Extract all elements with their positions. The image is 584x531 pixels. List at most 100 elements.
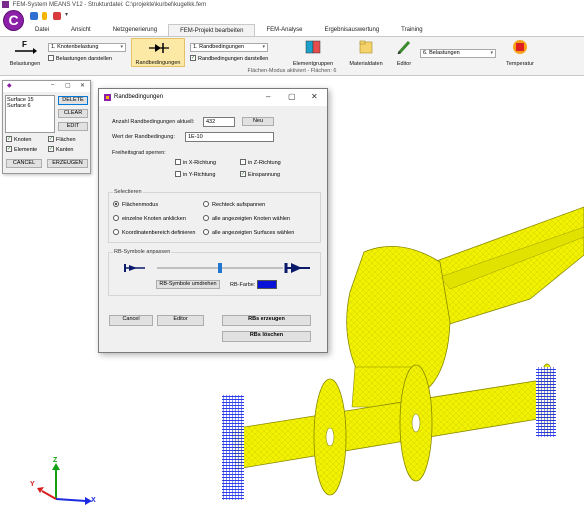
kanten-checkbox[interactable]: ✓ Kanten: [48, 145, 73, 154]
minimize-icon[interactable]: –: [51, 82, 54, 88]
surface-list[interactable]: Surface 15 Surface 6: [5, 95, 55, 133]
erzeugen-button[interactable]: ERZEUGEN: [47, 159, 88, 168]
radio-selected-icon: [113, 200, 119, 207]
elementgruppen-button[interactable]: Elementgruppen: [288, 39, 338, 67]
belastungen-select-value: 6. Belastungen: [423, 50, 460, 56]
edit-button[interactable]: EDIT: [58, 122, 88, 131]
belastungen-select[interactable]: 6. Belastungen ▾: [420, 49, 496, 58]
dialog-app-icon: [104, 94, 111, 101]
ribbon-panel: F Belastungen 1. Knotenbelastung ▾ Belas…: [0, 36, 584, 76]
close-icon[interactable]: ✕: [80, 82, 85, 89]
anzahl-field[interactable]: 432: [203, 117, 235, 127]
checkbox-unchecked-icon: [48, 54, 54, 61]
rechteck-label: Rechteck aufspannen: [212, 202, 266, 208]
close-icon[interactable]: ✕: [311, 92, 318, 101]
in-y-checkbox[interactable]: in Y-Richtung: [175, 170, 216, 179]
alle-surfaces-radio[interactable]: alle angezeigten Surfaces wählen: [203, 228, 295, 237]
axis-y-label: Y: [30, 481, 35, 488]
einzelne-knoten-radio[interactable]: einzelne Knoten anklicken: [113, 214, 186, 223]
chevron-down-icon: ▾: [120, 44, 123, 50]
qat-dropdown-icon[interactable]: ▾: [65, 11, 73, 19]
in-y-label: in Y-Richtung: [183, 172, 216, 178]
delete-button[interactable]: DELETE: [58, 96, 88, 105]
radio-unselected-icon: [113, 228, 119, 235]
rb-symbole-umdrehen-button[interactable]: RB-Symbole umdrehen: [156, 280, 220, 289]
flaechenmodus-radio[interactable]: Flächenmodus: [113, 200, 158, 209]
belastungen-darstellen-checkbox[interactable]: Belastungen darstellen: [48, 54, 112, 63]
selectieren-group: Selectieren Flächenmodus Rechteck aufspa…: [108, 189, 321, 243]
dialog-cancel-button[interactable]: Cancel: [109, 315, 153, 326]
chevron-down-icon: ▾: [262, 44, 265, 50]
wert-field[interactable]: 1E-10: [185, 132, 274, 142]
randbedingungen-select[interactable]: 1. Randbedingungen ▾: [190, 43, 268, 52]
in-z-label: in Z-Richtung: [248, 160, 281, 166]
editor-label: Editor: [396, 61, 412, 67]
info-icon[interactable]: [42, 12, 47, 20]
rbs-loeschen-button[interactable]: RBs löschen: [222, 331, 311, 342]
help-icon[interactable]: [30, 12, 38, 20]
randbedingungen-button[interactable]: Randbedingungen: [131, 38, 185, 67]
close-file-icon[interactable]: [53, 12, 61, 20]
flaechen-checkbox[interactable]: ✓ Flächen: [48, 135, 76, 144]
tab-fem-projekt-bearbeiten[interactable]: FEM-Projekt bearbeiten: [168, 24, 256, 36]
materialdaten-button[interactable]: Materialdaten: [344, 39, 388, 67]
tab-ergebnisauswertung[interactable]: Ergebnisauswertung: [313, 24, 390, 36]
selection-window: ◆ – ▢ ✕ Surface 15 Surface 6 DELETE CLEA…: [2, 80, 91, 174]
alle-surfaces-label: alle angezeigten Surfaces wählen: [212, 230, 295, 236]
minimize-icon[interactable]: –: [266, 92, 270, 101]
tab-training[interactable]: Training: [390, 24, 433, 36]
rechteck-radio[interactable]: Rechteck aufspannen: [203, 200, 266, 209]
clear-button[interactable]: CLEAR: [58, 109, 88, 118]
tab-fem-analyse[interactable]: FEM-Analyse: [255, 24, 313, 36]
randbedingungen-darstellen-checkbox[interactable]: ✓ Randbedingungen darstellen: [190, 54, 268, 63]
force-arrow-icon: F: [15, 40, 37, 54]
wert-label: Wert der Randbedingung:: [112, 134, 175, 140]
belastungen-button[interactable]: F Belastungen: [6, 39, 44, 67]
in-z-checkbox[interactable]: in Z-Richtung: [240, 158, 281, 167]
knoten-checkbox[interactable]: ✓ Knoten: [6, 135, 31, 144]
koordinatenbereich-radio[interactable]: Koordinatenbereich definieren: [113, 228, 195, 237]
list-item[interactable]: Surface 6: [7, 103, 53, 109]
dialog-title: Randbedingungen: [114, 94, 164, 100]
elemente-checkbox[interactable]: ✓ Elemente: [6, 145, 37, 154]
constraint-symbols-right: [536, 367, 556, 437]
checkbox-checked-icon: ✓: [240, 170, 246, 177]
rb-symbole-group: RB-Symbole anpassen RB-Symbole umdrehen …: [108, 249, 321, 296]
editor-button[interactable]: Editor: [392, 39, 416, 67]
size-slider-track[interactable]: [157, 263, 283, 273]
constraint-icon: [149, 43, 169, 53]
maximize-icon[interactable]: ▢: [288, 92, 296, 101]
maximize-icon[interactable]: ▢: [65, 82, 71, 89]
quick-access-toolbar: [0, 10, 584, 23]
tab-ansicht[interactable]: Ansicht: [60, 24, 102, 36]
temperatur-button[interactable]: Temperatur: [500, 39, 540, 67]
axis-z-label: Z: [53, 457, 58, 464]
rb-symbole-label: RB-Symbole anpassen: [113, 249, 172, 255]
einspannung-checkbox[interactable]: ✓ Einspannung: [240, 170, 280, 179]
freiheitsgrad-label: Freiheitsgrad sperren:: [112, 150, 166, 156]
cancel-button[interactable]: CANCEL: [6, 159, 42, 168]
alle-knoten-radio[interactable]: alle angezeigten Knoten wählen: [203, 214, 290, 223]
element-groups-icon: [305, 40, 321, 54]
tab-datei[interactable]: Datei: [24, 24, 60, 36]
dialog-editor-button[interactable]: Editor: [157, 315, 204, 326]
knotenbelastung-select[interactable]: 1. Knotenbelastung ▾: [48, 43, 126, 52]
anzahl-label: Anzahl Randbedingungen aktuell:: [112, 119, 195, 125]
einzelne-knoten-label: einzelne Knoten anklicken: [122, 216, 186, 222]
app-logo-button[interactable]: C: [4, 11, 23, 30]
randbedingungen-value: 1. Randbedingungen: [193, 44, 245, 50]
in-x-label: in X-Richtung: [183, 160, 217, 166]
small-constraint-icon: [124, 264, 145, 272]
flange-right-hole: [411, 413, 421, 433]
size-slider-thumb[interactable]: [218, 263, 222, 273]
checkbox-unchecked-icon: [240, 158, 246, 165]
axis-x-label: X: [91, 497, 96, 504]
chevron-down-icon: ▾: [490, 50, 493, 56]
rb-color-swatch[interactable]: [257, 280, 277, 289]
material-data-icon: [359, 40, 373, 54]
rbs-erzeugen-button[interactable]: RBs erzeugen: [222, 315, 311, 326]
in-x-checkbox[interactable]: in X-Richtung: [175, 158, 217, 167]
tab-netzgenerierung[interactable]: Netzgenerierung: [102, 24, 168, 36]
checkbox-checked-icon: ✓: [6, 135, 12, 142]
neu-button[interactable]: Neu: [242, 117, 274, 126]
